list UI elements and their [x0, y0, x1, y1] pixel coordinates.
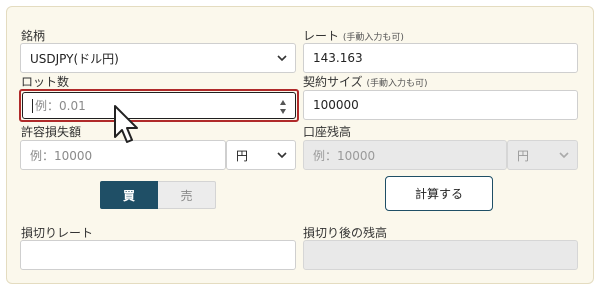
balance-after-stop-output	[303, 240, 578, 270]
lot-placeholder: 例：0.01	[35, 99, 86, 113]
spinner-arrows-icon[interactable]	[279, 99, 287, 115]
allowable-loss-unit-select[interactable]: 円	[226, 140, 296, 170]
currency-pair-label: 銘柄	[21, 29, 46, 43]
text-caret	[32, 98, 33, 113]
rate-value: 143.163	[313, 51, 363, 65]
account-balance-unit-select: 円	[507, 140, 578, 170]
account-balance-placeholder: 例：10000	[313, 148, 376, 163]
account-balance-label: 口座残高	[303, 125, 352, 139]
currency-pair-select[interactable]: USDJPY(ドル円)	[20, 43, 296, 73]
allowable-loss-unit: 円	[236, 148, 249, 163]
lot-label: ロット数	[21, 75, 70, 89]
contract-size-input[interactable]: 100000	[303, 90, 578, 120]
currency-pair-value: USDJPY(ドル円)	[30, 51, 119, 66]
stop-loss-rate-label: 損切りレート	[21, 226, 94, 240]
buy-toggle-button[interactable]: 買	[100, 181, 158, 209]
rate-label-text: レート	[303, 29, 340, 43]
account-balance-unit: 円	[517, 148, 530, 163]
contract-size-value: 100000	[313, 98, 359, 112]
rate-manual-note: (手動入力も可)	[342, 33, 404, 43]
rate-label: レート (手動入力も可)	[303, 27, 404, 44]
allowable-loss-placeholder: 例：10000	[30, 148, 93, 163]
chevron-down-icon	[277, 152, 287, 159]
stop-loss-rate-output	[20, 240, 296, 270]
contract-size-label: 契約サイズ (手動入力も可)	[303, 73, 428, 90]
sell-toggle-button[interactable]: 売	[158, 181, 216, 209]
rate-input[interactable]: 143.163	[303, 43, 578, 73]
contract-size-label-text: 契約サイズ	[303, 75, 363, 89]
mouse-pointer-icon	[114, 105, 138, 143]
lot-input[interactable]: 例：0.01	[22, 92, 296, 119]
chevron-down-icon	[559, 152, 569, 159]
chevron-down-icon	[277, 55, 287, 62]
calculate-button[interactable]: 計算する	[385, 176, 493, 211]
contract-size-manual-note: (手動入力も可)	[366, 79, 428, 89]
account-balance-input: 例：10000	[303, 140, 507, 170]
allowable-loss-label: 許容損失額	[21, 125, 82, 139]
balance-after-stop-label: 損切り後の残高	[303, 226, 388, 240]
